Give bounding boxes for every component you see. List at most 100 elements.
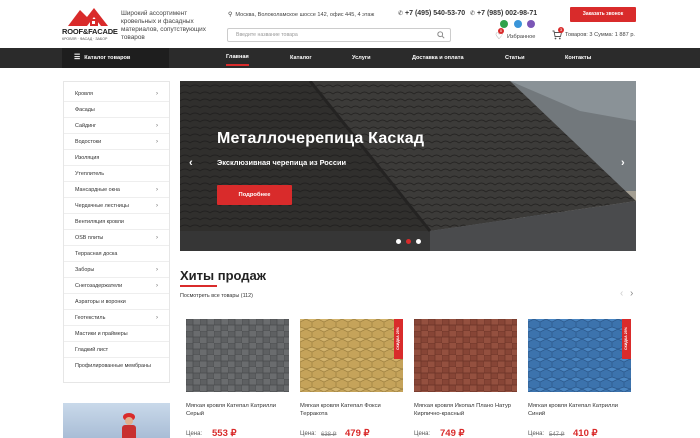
sidebar-item-fences[interactable]: Заборы › [64, 262, 169, 278]
sidebar-item-flat-sheet[interactable]: Гладкий лист [64, 342, 169, 358]
cart[interactable]: 3 Товаров: 3 Сумма: 1 887 р. [552, 27, 642, 42]
product-name[interactable]: Мягкая кровля Икопал Плано Натур Кирпичн… [414, 402, 522, 418]
slide-more-button[interactable]: Подробнее [217, 185, 292, 205]
sidebar-item-facades[interactable]: Фасады [64, 102, 169, 118]
sidebar-item-thermal-insulation[interactable]: Утеплитель [64, 166, 169, 182]
slider-next-arrow-icon[interactable]: › [621, 157, 625, 169]
sidebar-item-roofing[interactable]: Кровля › [64, 86, 169, 102]
sidebar-item-membranes[interactable]: Профилированные мембраны [64, 358, 169, 374]
sidebar-item-insulation[interactable]: Изоляция [64, 150, 169, 166]
product-image[interactable] [414, 319, 517, 392]
product-card[interactable]: Мягкая кровля Икопал Плано Натур Кирпичн… [409, 313, 519, 438]
chevron-right-icon: › [156, 91, 158, 97]
favorites-label: Избранное [507, 34, 536, 40]
product-price: 749 ₽ [440, 428, 465, 438]
product-price: 410 ₽ [573, 428, 598, 438]
sidebar-item-roof-windows[interactable]: Мансардные окна › [64, 182, 169, 198]
section-title: Хиты продаж [180, 268, 267, 283]
roof-logo-icon [68, 8, 108, 26]
sidebar-item-label: Заборы [75, 267, 95, 273]
slide-subtitle: Эксклюзивная черепица из России [217, 158, 347, 167]
chevron-right-icon: › [156, 235, 158, 241]
sidebar-item-snow-guards[interactable]: Снегозадержатели › [64, 278, 169, 294]
sidebar-item-label: Изоляция [75, 155, 100, 161]
nav-item-services[interactable]: Услуги [352, 48, 371, 68]
product-image[interactable]: СКИДКА 25% [528, 319, 631, 392]
product-image[interactable]: СКИДКА 25% [300, 319, 403, 392]
nav-item-delivery[interactable]: Доставка и оплата [412, 48, 464, 68]
site-logo[interactable]: ROOF&FACADE КРОВЛЯ · ФАСАД · ЗАБОР [62, 6, 118, 46]
sidebar-item-siding[interactable]: Сайдинг › [64, 118, 169, 134]
product-old-price: 547 ₽ [549, 432, 565, 438]
callback-button[interactable]: Заказать звонок [570, 7, 636, 22]
product-name[interactable]: Мягкая кровля Катепал Фокси Терракота [300, 402, 408, 418]
sidebar-item-gutters[interactable]: Водостоки › [64, 134, 169, 150]
sidebar-item-aerators[interactable]: Аэраторы и воронки [64, 294, 169, 310]
section-title-underline [180, 285, 217, 287]
slider-dot-3[interactable] [416, 239, 421, 244]
sidebar-item-label: Мастики и праймеры [75, 331, 128, 337]
location-pin-icon: ⚲ [228, 12, 233, 18]
logo-subtitle: КРОВЛЯ · ФАСАД · ЗАБОР [62, 37, 108, 41]
product-image[interactable] [186, 319, 289, 392]
cart-summary: Товаров: 3 Сумма: 1 887 р. [565, 32, 635, 38]
price-label: Цена: [528, 431, 545, 437]
nav-item-contacts[interactable]: Контакты [565, 48, 591, 68]
sidebar-item-label: Вентиляция кровли [75, 219, 124, 225]
search-input[interactable]: Введите название товара [227, 28, 451, 42]
phone-2[interactable]: ✆ +7 (985) 002-98-71 [470, 10, 537, 17]
slider-prev-arrow-icon[interactable]: ‹ [189, 157, 193, 169]
hero-slider[interactable]: Металлочерепица Каскад Эксклюзивная чере… [180, 81, 636, 251]
product-name[interactable]: Мягкая кровля Катепал Катрилли Серый [186, 402, 294, 418]
product-card[interactable]: СКИДКА 25% Мягкая кровля Катепал Катрилл… [523, 313, 633, 438]
phone-icon: ✆ [470, 11, 476, 17]
view-all-link[interactable]: Посмотреть все товары (112) [180, 293, 253, 299]
sidebar-item-label: OSB плиты [75, 235, 104, 241]
favorites-count-badge: 0 [498, 28, 504, 34]
catalog-button[interactable]: ☰ Каталог товаров [62, 48, 169, 68]
promo-background [63, 403, 170, 438]
favorites[interactable]: ♡ 0 Избранное [494, 24, 544, 44]
phone-1-text: +7 (495) 540-53-70 [405, 10, 466, 17]
sidebar-item-label: Аэраторы и воронки [75, 299, 126, 305]
phone-1[interactable]: ✆ +7 (495) 540-53-70 [398, 10, 465, 17]
sidebar-item-attic-ladders[interactable]: Чердачные лестницы › [64, 198, 169, 214]
sidebar-item-label: Профилированные мембраны [75, 363, 151, 369]
slider-dot-1[interactable] [396, 239, 401, 244]
chevron-right-icon: › [156, 315, 158, 321]
sidebar-item-label: Чердачные лестницы [75, 203, 129, 209]
logo-text: ROOF&FACADE [62, 27, 118, 36]
product-card[interactable]: Мягкая кровля Катепал Катрилли Серый Цен… [181, 313, 291, 438]
promo-banner[interactable] [63, 403, 170, 438]
catalog-button-label: Каталог товаров [84, 55, 131, 61]
sidebar-item-mastics[interactable]: Мастики и праймеры [64, 326, 169, 342]
sidebar-item-decking[interactable]: Террасная доска [64, 246, 169, 262]
sidebar-item-geotextile[interactable]: Геотекстиль › [64, 310, 169, 326]
sidebar-item-label: Мансардные окна [75, 187, 120, 193]
chevron-right-icon: › [156, 267, 158, 273]
chevron-right-icon: › [156, 203, 158, 209]
slider-dot-2-active[interactable] [406, 239, 411, 244]
product-card[interactable]: СКИДКА 25% Мягкая кровля Катепал Фокси Т… [295, 313, 405, 438]
site-header: ROOF&FACADE КРОВЛЯ · ФАСАД · ЗАБОР Широк… [0, 0, 700, 48]
carousel-prev-icon[interactable]: ‹ [620, 288, 623, 300]
shingle-image [414, 319, 517, 392]
sidebar-item-roof-ventilation[interactable]: Вентиляция кровли [64, 214, 169, 230]
product-name[interactable]: Мягкая кровля Катепал Катрилли Синий [528, 402, 636, 418]
chevron-right-icon: › [156, 123, 158, 129]
product-price: 479 ₽ [345, 428, 370, 438]
discount-badge: СКИДКА 25% [394, 319, 403, 359]
carousel-next-icon[interactable]: › [630, 288, 633, 300]
tagline: Широкий ассортимент кровельных и фасадны… [121, 10, 206, 41]
search-icon[interactable] [437, 31, 445, 39]
nav-item-catalog[interactable]: Каталог [290, 48, 312, 68]
price-label: Цена: [414, 431, 431, 437]
nav-item-articles[interactable]: Статьи [505, 48, 525, 68]
discount-badge: СКИДКА 25% [622, 319, 631, 359]
cart-count-badge: 3 [558, 27, 564, 33]
phone-2-text: +7 (985) 002-98-71 [477, 10, 538, 17]
sidebar-item-osb[interactable]: OSB плиты › [64, 230, 169, 246]
nav-item-home[interactable]: Главная [226, 48, 249, 66]
catalog-sidebar: Кровля › Фасады Сайдинг › Водостоки › Изоля… [63, 81, 170, 383]
product-price: 553 ₽ [212, 428, 237, 438]
